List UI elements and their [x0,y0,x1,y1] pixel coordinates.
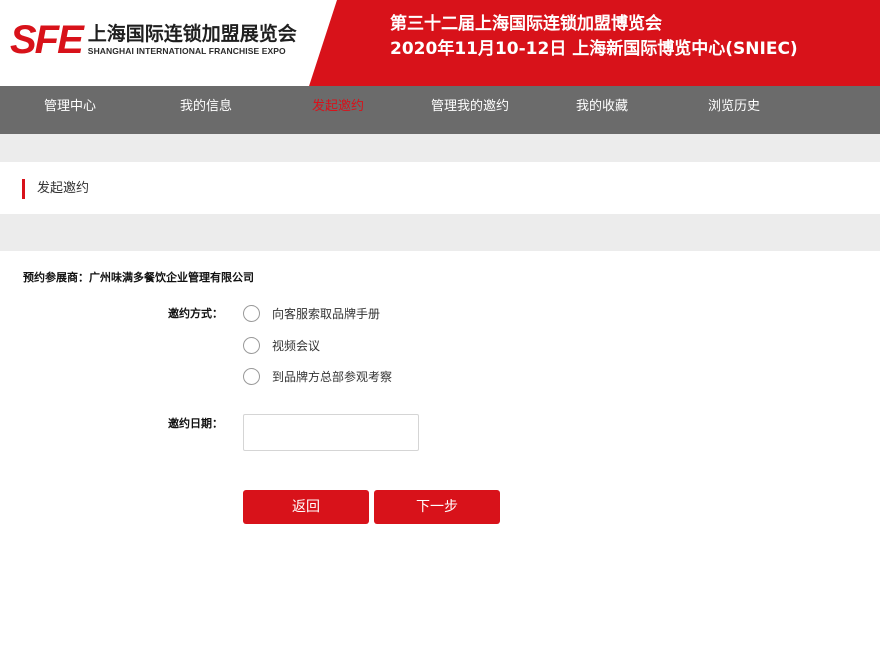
method-option-brochure[interactable]: 向客服索取品牌手册 [243,305,380,322]
method-label: 邀约方式： [168,307,223,320]
section-header: 发起邀约 [0,162,880,214]
nav-item-my-info[interactable]: 我的信息 [140,86,272,134]
logo-mark: SFE [10,18,84,62]
radio-button[interactable] [243,368,260,385]
method-option-label: 到品牌方总部参观考察 [272,369,393,384]
invitation-form: 预约参展商：广州味满多餐饮企业管理有限公司 邀约方式： 向客服索取品牌手册 视频… [0,251,880,655]
nav-item-management-center[interactable]: 管理中心 [0,86,140,134]
section-accent-bar [22,179,25,199]
nav-item-initiate-invitation[interactable]: 发起邀约 [272,86,404,134]
nav-item-manage-invitations[interactable]: 管理我的邀约 [404,86,536,134]
method-option-label: 视频会议 [272,338,321,353]
event-title: 第三十二届上海国际连锁加盟博览会 [390,14,662,34]
main-nav: 管理中心 我的信息 发起邀约 管理我的邀约 我的收藏 浏览历史 [0,86,880,134]
sfe-logo[interactable]: SFE 上海国际连锁加盟展览会 SHANGHAI INTERNATIONAL F… [10,20,297,60]
exhibitor-info: 预约参展商：广州味满多餐饮企业管理有限公司 [23,271,254,284]
radio-button[interactable] [243,305,260,322]
logo-text: 上海国际连锁加盟展览会 SHANGHAI INTERNATIONAL FRANC… [88,23,297,57]
method-option-label: 向客服索取品牌手册 [272,306,381,321]
method-option-hq-visit[interactable]: 到品牌方总部参观考察 [243,368,392,385]
site-header: SFE 上海国际连锁加盟展览会 SHANGHAI INTERNATIONAL F… [0,0,880,86]
event-info: 第三十二届上海国际连锁加盟博览会 2020年11月10-12日 上海新国际博览中… [390,12,798,62]
invitation-date-input[interactable] [243,414,419,451]
date-label: 邀约日期： [168,417,223,430]
method-option-video-meeting[interactable]: 视频会议 [243,337,320,354]
radio-button[interactable] [243,337,260,354]
logo-english-name: SHANGHAI INTERNATIONAL FRANCHISE EXPO [87,46,286,56]
page: SFE 上海国际连锁加盟展览会 SHANGHAI INTERNATIONAL F… [0,0,880,655]
next-step-button[interactable]: 下一步 [374,490,500,524]
back-button[interactable]: 返回 [243,490,369,524]
event-date-venue: 2020年11月10-12日 上海新国际博览中心(SNIEC) [390,39,798,59]
nav-item-browsing-history[interactable]: 浏览历史 [668,86,800,134]
logo-chinese-name: 上海国际连锁加盟展览会 [87,23,297,45]
section-title: 发起邀约 [37,181,90,196]
nav-item-favorites[interactable]: 我的收藏 [536,86,668,134]
